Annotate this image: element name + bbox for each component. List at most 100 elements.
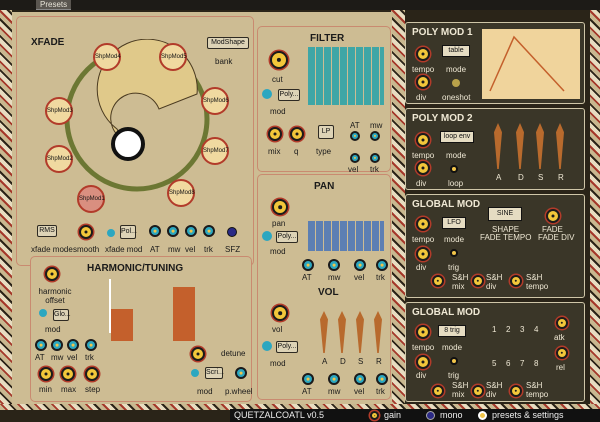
shpmod2[interactable]: ShpMod2 [45, 145, 73, 173]
polymod2-decay-slider[interactable] [516, 123, 524, 169]
global1-sh-tempo-knob[interactable] [510, 275, 522, 287]
atk-knob[interactable] [556, 317, 568, 329]
presets-toggle[interactable] [478, 411, 487, 420]
scri-button[interactable]: Scri... [205, 367, 224, 379]
global1-sh-mix-knob[interactable] [432, 275, 444, 287]
rms-button[interactable]: RMS [37, 225, 57, 237]
polymod2-release-slider[interactable] [556, 123, 564, 169]
rel-knob[interactable] [556, 347, 568, 359]
vol-vel-knob[interactable] [354, 373, 366, 385]
vol-sustain-slider[interactable] [356, 311, 364, 353]
polymod2-attack-slider[interactable] [494, 123, 502, 169]
fade-knob[interactable] [546, 209, 560, 223]
polymod2-sustain-slider[interactable] [536, 123, 544, 169]
global1-mode-button[interactable]: LFO [442, 217, 466, 229]
shpmod6[interactable]: ShpMod6 [201, 87, 229, 115]
vol-decay-slider[interactable] [338, 311, 346, 353]
global2-sh-tempo-knob[interactable] [510, 385, 522, 397]
gain-knob[interactable] [370, 411, 379, 420]
harmonic-trk-knob[interactable] [85, 339, 97, 351]
filter-bars[interactable] [308, 47, 384, 105]
polymod2-mode-button[interactable]: loop env [440, 131, 474, 143]
xfade-vel-knob[interactable] [185, 225, 197, 237]
pan-mod-dot[interactable] [262, 231, 272, 241]
xfade-at-knob[interactable] [149, 225, 161, 237]
shpmod7[interactable]: ShpMod7 [201, 137, 229, 165]
global2-sh-div-knob[interactable] [472, 385, 484, 397]
loop-toggle[interactable] [450, 165, 458, 173]
shpmod3[interactable]: ShpMod3 [45, 97, 73, 125]
filter-at-knob[interactable] [350, 131, 360, 141]
polymod2-tempo-knob[interactable] [416, 133, 430, 147]
tuning-mod-dot[interactable] [191, 369, 199, 377]
vol-at-knob[interactable] [302, 373, 314, 385]
smooth-knob[interactable] [79, 225, 93, 239]
polymod1-tempo-knob[interactable] [416, 47, 430, 61]
global1-div-knob[interactable] [416, 247, 430, 261]
shpmod4[interactable]: ShpMod4 [93, 43, 121, 71]
harmonic-offset-knob[interactable] [45, 267, 59, 281]
min-knob[interactable] [39, 367, 53, 381]
pan-mw-knob[interactable] [328, 259, 340, 271]
q-knob[interactable] [290, 127, 304, 141]
xfade-mod-dot[interactable] [107, 229, 115, 237]
global2-div-knob[interactable] [416, 355, 430, 369]
pwheel-knob[interactable] [235, 367, 247, 379]
filter-type-button[interactable]: LP [318, 125, 334, 139]
vol-knob[interactable] [272, 305, 288, 321]
global1-trig-toggle[interactable] [450, 249, 458, 257]
harmonic-at-knob[interactable] [35, 339, 47, 351]
filter-trk-knob[interactable] [370, 153, 380, 163]
global1-sh-div-knob[interactable] [472, 275, 484, 287]
shpmod5[interactable]: ShpMod5 [159, 43, 187, 71]
oneshot-toggle[interactable] [452, 79, 460, 87]
harmonic-mod-dot[interactable] [39, 309, 47, 317]
max-knob[interactable] [61, 367, 75, 381]
presets-settings-label[interactable]: presets & settings [492, 410, 564, 420]
pan-bars[interactable] [308, 221, 384, 251]
pan-knob[interactable] [272, 199, 288, 215]
filter-poly-button[interactable]: Poly... [278, 89, 300, 101]
harmonic-bar-2[interactable] [173, 287, 195, 341]
shpmod1[interactable]: ShpMod1 [77, 185, 105, 213]
pan-poly-button[interactable]: Poly... [276, 231, 298, 243]
mono-toggle[interactable] [426, 411, 435, 420]
vol-attack-slider[interactable] [320, 311, 328, 353]
polymod1-mode-button[interactable]: table [442, 45, 470, 57]
global2-tempo-knob[interactable] [416, 325, 430, 339]
global1-tempo-knob[interactable] [416, 217, 430, 231]
mix-knob[interactable] [268, 127, 282, 141]
global2-trig-toggle[interactable] [450, 357, 458, 365]
xfade-cursor[interactable] [111, 127, 145, 161]
xfade-trk-knob[interactable] [203, 225, 215, 237]
global2-mode-button[interactable]: 8 trig [438, 325, 466, 337]
glo-button[interactable]: Glo... [53, 309, 71, 321]
global2-sh-mix-knob[interactable] [432, 385, 444, 397]
polymod2-div-knob[interactable] [416, 161, 430, 175]
xfade-mw-knob[interactable] [167, 225, 179, 237]
pan-trk-knob[interactable] [376, 259, 388, 271]
filter-vel-knob[interactable] [350, 153, 360, 163]
pan-at-knob[interactable] [302, 259, 314, 271]
polymod1-envelope[interactable] [482, 29, 580, 99]
shpmod8[interactable]: ShpMod8 [167, 179, 195, 207]
shape-button[interactable]: SINE [488, 207, 522, 221]
detune-knob[interactable] [191, 347, 205, 361]
filter-mw-knob[interactable] [370, 131, 380, 141]
harmonic-vel-knob[interactable] [67, 339, 79, 351]
sfz-toggle[interactable] [227, 227, 237, 237]
pan-vel-knob[interactable] [354, 259, 366, 271]
vol-mw-knob[interactable] [328, 373, 340, 385]
vol-mod-dot[interactable] [262, 341, 272, 351]
pol-button[interactable]: Pol... [120, 225, 137, 239]
harmonic-mw-knob[interactable] [51, 339, 63, 351]
vol-trk-knob[interactable] [376, 373, 388, 385]
vol-poly-button[interactable]: Poly... [276, 341, 298, 353]
cut-knob[interactable] [270, 51, 288, 69]
polymod1-div-knob[interactable] [416, 75, 430, 89]
step-knob[interactable] [85, 367, 99, 381]
vol-release-slider[interactable] [374, 311, 382, 353]
presets-tab[interactable]: Presets [36, 0, 72, 10]
filter-mod-dot[interactable] [262, 89, 272, 99]
harmonic-bar-1[interactable] [111, 309, 133, 341]
